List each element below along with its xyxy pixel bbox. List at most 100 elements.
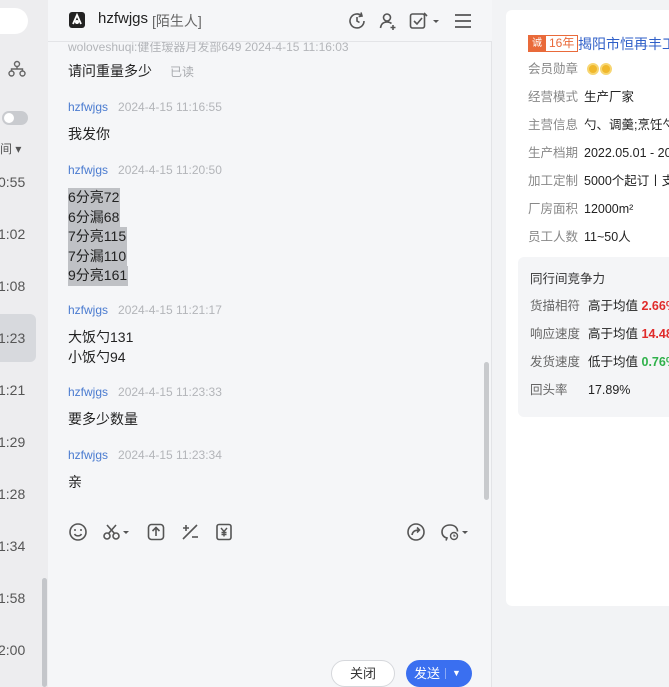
message-timestamp: 2024-4-15 11:23:34: [118, 448, 222, 462]
compete-row: 回头率 17.89%: [530, 379, 630, 398]
compete-value: 0.76%: [641, 355, 669, 369]
info-value: 2022.05.01 - 20: [584, 146, 669, 160]
conversation-item-time[interactable]: 1:21: [0, 366, 36, 414]
company-name-link[interactable]: 揭阳市恒再丰工: [578, 34, 669, 54]
message-text: 7分漏110: [68, 246, 128, 266]
chat-header: hzfwjgs [陌生人]: [48, 0, 492, 42]
info-key: 员工人数: [528, 230, 579, 244]
supplier-card: 诚 16年 揭阳市恒再丰工 会员勋章 经营模式 生产厂家 主营信息 勺、调羹;烹饪勺 …: [506, 10, 669, 606]
competitiveness-box: 同行间竞争力 货描相符高于均值 2.66% 响应速度高于均值 14.48 发货速…: [518, 257, 669, 417]
info-row: 主营信息 勺、调羹;烹饪勺: [528, 114, 669, 133]
upload-file-icon[interactable]: [145, 521, 167, 543]
send-options-chevron-icon[interactable]: ▼: [452, 660, 461, 687]
message-item: hzfwjgs 2024-4-15 11:21:17 大饭勺131 小饭勺94: [68, 303, 222, 367]
message-timestamp: 2024-4-15 11:20:50: [118, 163, 222, 177]
close-button[interactable]: 关闭: [331, 660, 395, 687]
message-list: woloveshuqi:健佳瑷器月发部649 2024-4-15 11:16:0…: [48, 42, 492, 502]
message-text: 亲: [68, 474, 82, 490]
quote-calculator-icon[interactable]: [179, 521, 201, 543]
message-sender[interactable]: hzfwjgs: [68, 448, 108, 462]
message-sender[interactable]: hzfwjgs: [68, 163, 108, 177]
info-row: 经营模式 生产厂家: [528, 86, 634, 105]
compete-key: 货描相符: [530, 299, 581, 313]
conversation-search-input[interactable]: [0, 8, 28, 34]
org-structure-icon[interactable]: [8, 60, 26, 78]
message-item: hzfwjgs 2024-4-15 11:23:34 亲: [68, 448, 222, 493]
contact-avatar-icon: [69, 12, 85, 28]
info-key: 生产档期: [528, 146, 579, 160]
conversation-item-time[interactable]: 2:00: [0, 626, 36, 674]
contact-name: hzfwjgs: [98, 10, 149, 27]
info-key: 会员勋章: [528, 62, 579, 76]
conversation-list: 间 ▾ 0:55 1:02 1:08 1:23 1:21 1:29 1:28 1:34 1:58…: [0, 0, 48, 687]
menu-icon[interactable]: [452, 10, 474, 32]
message-sender[interactable]: hzfwjgs: [68, 303, 108, 317]
info-key: 加工定制: [528, 174, 579, 188]
compete-row: 货描相符高于均值 2.66%: [530, 295, 669, 314]
compete-row: 响应速度高于均值 14.48: [530, 323, 669, 342]
sort-filter-label: 间: [0, 142, 13, 156]
message-item: 请问重量多少 已读: [68, 62, 194, 83]
conversation-item-time[interactable]: 1:28: [0, 470, 36, 518]
message-text: 要多少数量: [68, 411, 138, 427]
conversation-item-time[interactable]: 1:58: [0, 574, 36, 622]
read-status: 已读: [170, 65, 195, 79]
add-contact-icon[interactable]: [377, 10, 399, 32]
medal-icon: [587, 63, 600, 75]
message-timestamp: 2024-4-15 11:23:33: [118, 385, 222, 399]
info-row-medal: 会员勋章: [528, 58, 613, 77]
send-button-divider: [445, 668, 446, 679]
filter-toggle[interactable]: [2, 111, 28, 125]
quick-reply-menu-icon[interactable]: [439, 521, 471, 543]
share-arrow-icon[interactable]: [405, 521, 427, 543]
info-row: 加工定制 5000个起订丨支: [528, 170, 669, 189]
compete-row: 发货速度低于均值 0.76%: [530, 351, 669, 370]
conversation-item-time[interactable]: 1:02: [0, 210, 36, 258]
conversation-list-scrollbar[interactable]: [42, 578, 47, 687]
competitiveness-title: 同行间竞争力: [530, 272, 606, 286]
task-check-menu-icon[interactable]: [408, 10, 440, 32]
compete-value: 17.89%: [588, 383, 631, 397]
membership-years-badge: 诚 16年: [528, 35, 579, 52]
info-row: 厂房面积 12000m²: [528, 198, 633, 217]
message-text: 7分亮115: [68, 227, 128, 247]
message-text: 6分亮72: [68, 188, 121, 208]
message-item: hzfwjgs 2024-4-15 11:20:50 6分亮72 6分漏68 7分…: [68, 163, 222, 286]
supplier-info-panel: 诚 16年 揭阳市恒再丰工 会员勋章 经营模式 生产厂家 主营信息 勺、调羹;烹饪勺 …: [492, 0, 669, 687]
info-value: 勺、调羹;烹饪勺: [584, 118, 669, 132]
conversation-item-time[interactable]: 0:55: [0, 158, 36, 206]
coupon-yuan-icon[interactable]: [213, 521, 235, 543]
chat-window: 间 ▾ 0:55 1:02 1:08 1:23 1:21 1:29 1:28 1:34 1:58…: [0, 0, 669, 687]
message-item: hzfwjgs 2024-4-15 11:16:55 我发你: [68, 100, 222, 145]
info-row: 生产档期 2022.05.01 - 20: [528, 142, 669, 161]
sort-filter-dropdown[interactable]: 间 ▾: [0, 140, 21, 157]
message-sender[interactable]: hzfwjgs: [68, 100, 108, 114]
message-timestamp: 2024-4-15 11:21:17: [118, 303, 222, 317]
screenshot-scissors-icon[interactable]: [102, 521, 132, 543]
compete-label: 低于均值: [588, 355, 639, 369]
compete-key: 响应速度: [530, 327, 581, 341]
message-list-scrollbar[interactable]: [484, 362, 489, 500]
info-value: 生产厂家: [584, 90, 635, 104]
truncated-message-meta: woloveshuqi:健佳瑷器月发部649 2024-4-15 11:16:0…: [68, 42, 349, 54]
message-text: 请问重量多少: [68, 63, 152, 79]
emoji-icon[interactable]: [67, 521, 89, 543]
compete-key: 回头率: [530, 383, 568, 397]
history-icon[interactable]: [346, 10, 368, 32]
conversation-item-time[interactable]: 1:08: [0, 262, 36, 310]
message-text: 9分亮161: [68, 266, 129, 286]
conversation-item-time[interactable]: 1:34: [0, 522, 36, 570]
info-row: 员工人数 11~50人: [528, 226, 631, 245]
compete-label: 高于均值: [588, 299, 639, 313]
send-button[interactable]: 发送 ▼: [406, 660, 472, 687]
info-key: 主营信息: [528, 118, 579, 132]
conversation-item-time[interactable]: 1:29: [0, 418, 36, 466]
message-text: 大饭勺131: [68, 329, 134, 345]
message-sender[interactable]: hzfwjgs: [68, 385, 108, 399]
membership-years: 16年: [549, 36, 575, 50]
conversation-item-time[interactable]: 1:23: [0, 314, 36, 362]
compete-key: 发货速度: [530, 355, 581, 369]
send-button-label: 发送: [414, 666, 441, 681]
info-value: 11~50人: [584, 230, 631, 244]
compete-value: 2.66%: [641, 299, 669, 313]
